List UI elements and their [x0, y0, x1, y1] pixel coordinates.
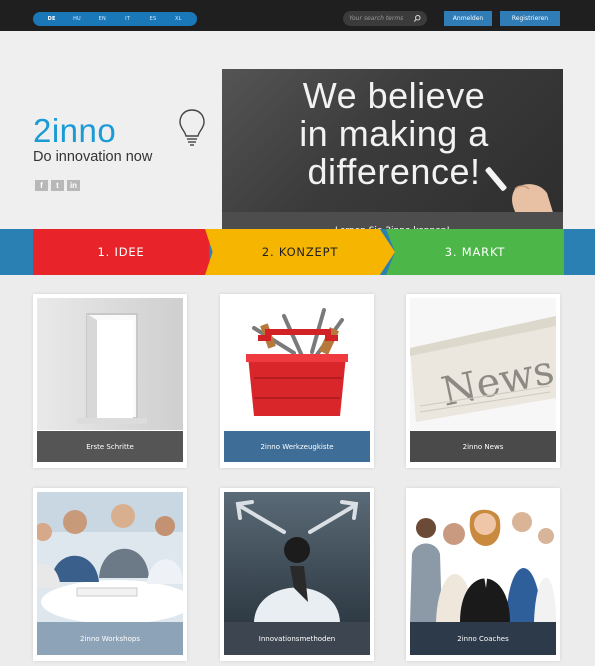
- logo-tagline: Do innovation now: [33, 149, 153, 165]
- lang-en[interactable]: EN: [90, 16, 115, 22]
- register-button[interactable]: Registrieren: [500, 11, 560, 26]
- hero-headline-line-1: We believe: [302, 75, 486, 116]
- hand-with-chalk-icon: [485, 167, 555, 219]
- lang-es[interactable]: ES: [140, 16, 165, 22]
- tile-label: Innovationsmethoden: [224, 622, 370, 655]
- toolbox-icon: [224, 298, 370, 430]
- arrows-person-icon: [224, 492, 370, 622]
- twitter-icon[interactable]: t: [51, 180, 64, 191]
- search-icon[interactable]: [413, 14, 421, 23]
- step-idee[interactable]: 1. IDEE: [33, 229, 209, 275]
- steps-bar: 1. IDEE 3. MARKT 2. KONZEPT: [0, 229, 595, 275]
- lang-hu[interactable]: HU: [64, 16, 89, 22]
- header: 2inno Do innovation now f t in We believ…: [0, 31, 595, 255]
- tile-erste-schritte[interactable]: Erste Schritte: [33, 294, 187, 468]
- workshop-people-icon: [37, 492, 183, 622]
- open-door-icon: [37, 298, 183, 430]
- tile-news[interactable]: News 2inno News: [406, 294, 560, 468]
- tile-innovationsmethoden[interactable]: Innovationsmethoden: [220, 488, 374, 661]
- search-input[interactable]: [349, 15, 413, 22]
- logo[interactable]: 2inno Do innovation now: [33, 109, 205, 165]
- lightbulb-icon: [179, 109, 205, 146]
- lang-xl[interactable]: XL: [166, 16, 191, 22]
- tile-werkzeugkiste[interactable]: 2inno Werkzeugkiste: [220, 294, 374, 468]
- social-links: f t in: [35, 180, 80, 191]
- linkedin-icon[interactable]: in: [67, 180, 80, 191]
- language-switcher: DE HU EN IT ES XL: [33, 12, 197, 26]
- tile-label: 2inno Coaches: [410, 622, 556, 655]
- tile-label: Erste Schritte: [37, 431, 183, 462]
- login-button[interactable]: Anmelden: [444, 11, 492, 26]
- lang-de[interactable]: DE: [39, 16, 64, 22]
- tiles-grid: Erste Schritte 2inno Werkzeugkiste News …: [0, 275, 595, 666]
- tile-label: 2inno Werkzeugkiste: [224, 431, 370, 462]
- facebook-icon[interactable]: f: [35, 180, 48, 191]
- step-markt[interactable]: 3. MARKT: [386, 229, 564, 275]
- hero-headline-line-2: in making a: [299, 113, 489, 154]
- page: DE HU EN IT ES XL Anmelden Registrieren …: [0, 0, 595, 666]
- hero-slider[interactable]: We believe in making a difference! Lerne…: [222, 69, 563, 255]
- top-bar: DE HU EN IT ES XL Anmelden Registrieren: [0, 0, 595, 31]
- tile-workshops[interactable]: 2inno Workshops: [33, 488, 187, 661]
- tile-label: 2inno Workshops: [37, 622, 183, 655]
- search-box: [343, 11, 427, 26]
- newspaper-icon: News: [410, 298, 556, 430]
- tile-label: 2inno News: [410, 431, 556, 462]
- chalkboard-image: We believe in making a difference!: [222, 69, 563, 219]
- coaches-team-icon: [410, 492, 556, 622]
- step-konzept[interactable]: 2. KONZEPT: [205, 229, 395, 275]
- tile-coaches[interactable]: 2inno Coaches: [406, 488, 560, 661]
- lang-it[interactable]: IT: [115, 16, 140, 22]
- logo-brand: 2inno: [33, 112, 117, 149]
